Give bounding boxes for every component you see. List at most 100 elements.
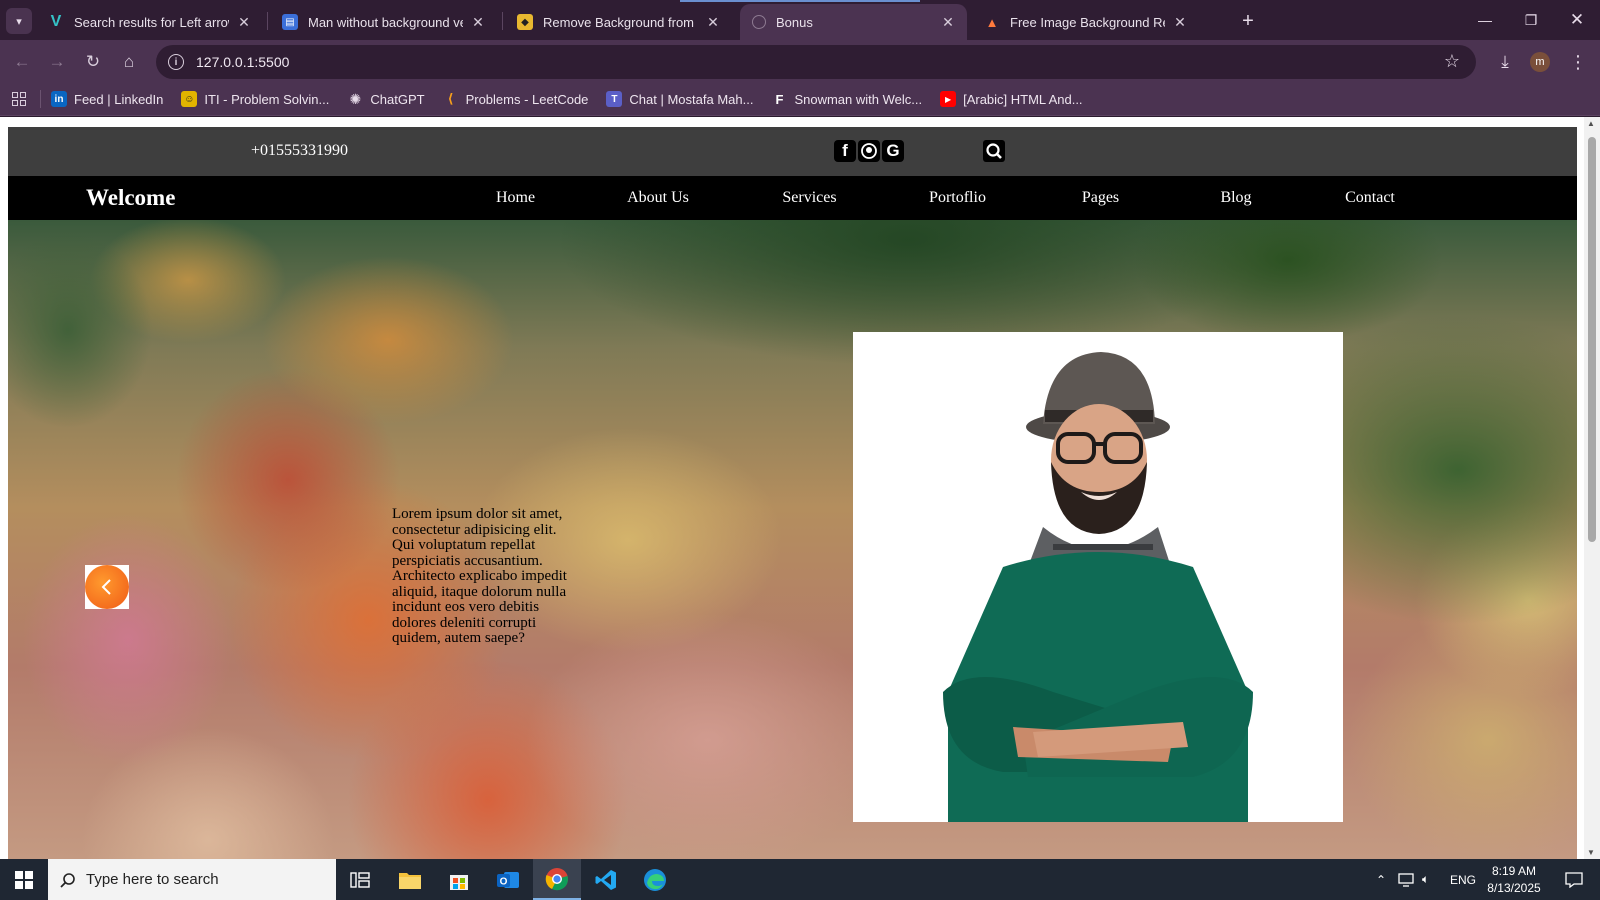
bookmarks-divider — [40, 90, 41, 108]
bookmark-label: ITI - Problem Solvin... — [204, 91, 330, 107]
close-icon[interactable]: ✕ — [469, 14, 487, 31]
close-icon[interactable]: ✕ — [939, 14, 957, 31]
document-icon: ▤ — [282, 14, 298, 30]
triangle-logo-icon: ▲ — [985, 14, 999, 30]
input-language[interactable]: ENG — [1450, 859, 1476, 900]
tab-loading-indicator — [680, 0, 920, 2]
man-with-hat-illustration — [943, 352, 1253, 822]
nav-portfolio[interactable]: Portoflio — [886, 189, 1029, 207]
smiley-icon: ☺ — [181, 91, 198, 107]
bookmark-teams-chat[interactable]: T Chat | Mostafa Mah... — [606, 91, 753, 107]
google-icon[interactable]: G — [882, 140, 904, 162]
tab-title: Man without background vecto — [308, 14, 463, 30]
windows-start-icon[interactable] — [0, 859, 48, 900]
bookmark-freepik[interactable]: F Snowman with Welc... — [771, 91, 922, 107]
bookmarks-bar: in Feed | LinkedIn ☺ ITI - Problem Solvi… — [0, 83, 1600, 116]
bookmark-star-icon[interactable]: ☆ — [1444, 51, 1460, 72]
tab-divider — [267, 12, 268, 30]
chatgpt-icon: ✺ — [349, 90, 362, 107]
search-icon — [60, 872, 75, 888]
reload-icon[interactable]: ↻ — [79, 48, 107, 76]
bookmark-label: ChatGPT — [370, 91, 425, 107]
bookmark-label: [Arabic] HTML And... — [963, 91, 1083, 107]
nav-links: Home About Us Services Portoflio Pages B… — [448, 176, 1440, 220]
taskbar-search-placeholder: Type here to search — [86, 871, 219, 888]
tab-free-image-remover[interactable]: ▲ Free Image Background Remov ✕ — [972, 4, 1199, 40]
tab-bonus[interactable]: Bonus ✕ — [740, 4, 967, 40]
linkedin-icon: in — [51, 91, 67, 107]
bookmark-label: Chat | Mostafa Mah... — [629, 91, 754, 107]
tab-search-results[interactable]: V Search results for Left arrow bu ✕ — [36, 4, 263, 40]
profile-avatar[interactable]: m — [1530, 52, 1550, 72]
close-icon[interactable]: ✕ — [235, 14, 253, 31]
nav-services[interactable]: Services — [733, 189, 886, 207]
new-tab-button[interactable]: + — [1235, 8, 1261, 34]
close-icon[interactable]: ✕ — [704, 14, 722, 31]
freepik-icon: F — [775, 91, 784, 107]
tab-man-vector[interactable]: ▤ Man without background vecto ✕ — [270, 4, 497, 40]
site-navbar: Welcome Home About Us Services Portoflio… — [8, 176, 1577, 220]
file-explorer-icon[interactable] — [386, 859, 434, 900]
clock-time: 8:19 AM — [1491, 864, 1537, 878]
site-top-bar: +01555331990 f G — [8, 127, 1577, 176]
home-icon[interactable]: ⌂ — [115, 48, 143, 76]
bookmark-youtube[interactable]: ▶ [Arabic] HTML And... — [940, 91, 1083, 107]
bookmark-linkedin[interactable]: in Feed | LinkedIn — [51, 91, 163, 107]
address-bar[interactable]: i 127.0.0.1:5500 ☆ — [156, 45, 1476, 79]
taskbar-clock[interactable]: 8:19 AM 8/13/2025 — [1484, 863, 1544, 897]
show-hidden-icons-chevron-icon[interactable]: ⌃ — [1376, 859, 1386, 900]
forward-arrow-icon[interactable]: → — [43, 48, 71, 76]
tab-divider — [502, 12, 503, 30]
taskbar-search-box[interactable]: Type here to search — [48, 859, 336, 900]
menu-kebab-icon[interactable]: ⋮ — [1564, 48, 1592, 76]
facebook-icon[interactable]: f — [834, 140, 856, 162]
bookmark-label: Snowman with Welc... — [794, 91, 923, 107]
outlook-icon[interactable]: O — [484, 859, 532, 900]
close-window-button[interactable]: ✕ — [1554, 0, 1600, 40]
url-text[interactable]: 127.0.0.1:5500 — [196, 54, 289, 70]
vscode-icon[interactable] — [582, 859, 630, 900]
windows-taskbar: Type here to search O ⌃ 🔈︎ ENG 8:19 AM 8… — [0, 859, 1600, 900]
page-scrollbar[interactable]: ▲ ▼ — [1584, 117, 1600, 859]
minimize-button[interactable]: — — [1462, 0, 1508, 40]
network-icon[interactable] — [1398, 859, 1414, 900]
bookmark-chatgpt[interactable]: ✺ ChatGPT — [347, 90, 425, 107]
apps-grid-icon[interactable] — [12, 92, 26, 106]
slider-prev-button[interactable] — [85, 565, 129, 609]
chrome-icon[interactable] — [533, 859, 581, 900]
tab-title: Search results for Left arrow bu — [74, 14, 229, 30]
tab-title: Bonus — [776, 14, 813, 30]
notifications-icon[interactable] — [1556, 859, 1592, 900]
tab-search-button[interactable]: ▾ — [6, 8, 32, 34]
task-view-icon[interactable] — [336, 859, 384, 900]
scroll-down-arrow-icon[interactable]: ▼ — [1587, 848, 1595, 857]
volume-icon[interactable]: 🔈︎ — [1422, 859, 1429, 900]
scrollbar-thumb[interactable] — [1588, 137, 1596, 542]
nav-blog[interactable]: Blog — [1172, 189, 1300, 207]
clock-date: 8/13/2025 — [1487, 881, 1541, 895]
search-icon[interactable] — [983, 140, 1005, 162]
scroll-up-arrow-icon[interactable]: ▲ — [1587, 119, 1595, 128]
bookmark-leetcode[interactable]: ⟨ Problems - LeetCode — [443, 91, 589, 107]
nav-pages[interactable]: Pages — [1029, 189, 1172, 207]
nav-home[interactable]: Home — [448, 189, 583, 207]
site-info-icon[interactable]: i — [168, 54, 184, 70]
close-icon[interactable]: ✕ — [1171, 14, 1189, 31]
tab-remove-background[interactable]: ◆ Remove Background from Imag ✕ — [505, 4, 732, 40]
restore-button[interactable]: ❐ — [1508, 0, 1554, 40]
microsoft-store-icon[interactable] — [435, 859, 483, 900]
hero-portrait-image — [853, 332, 1343, 822]
download-icon[interactable]: ⤓ — [1491, 48, 1519, 76]
page-viewport: +01555331990 f G Welcome Home About Us S… — [0, 117, 1600, 859]
site-brand[interactable]: Welcome — [86, 185, 175, 211]
back-arrow-icon[interactable]: ← — [8, 48, 36, 76]
chevron-left-icon — [85, 565, 129, 609]
bookmark-iti[interactable]: ☺ ITI - Problem Solvin... — [181, 91, 329, 107]
globe-icon — [752, 15, 766, 29]
github-icon[interactable] — [858, 140, 880, 162]
hero-paragraph: Lorem ipsum dolor sit amet, consectetur … — [392, 506, 567, 646]
nav-contact[interactable]: Contact — [1300, 189, 1440, 207]
vectors-v-icon: V — [50, 13, 62, 30]
edge-icon[interactable] — [631, 859, 679, 900]
nav-about-us[interactable]: About Us — [583, 189, 733, 207]
